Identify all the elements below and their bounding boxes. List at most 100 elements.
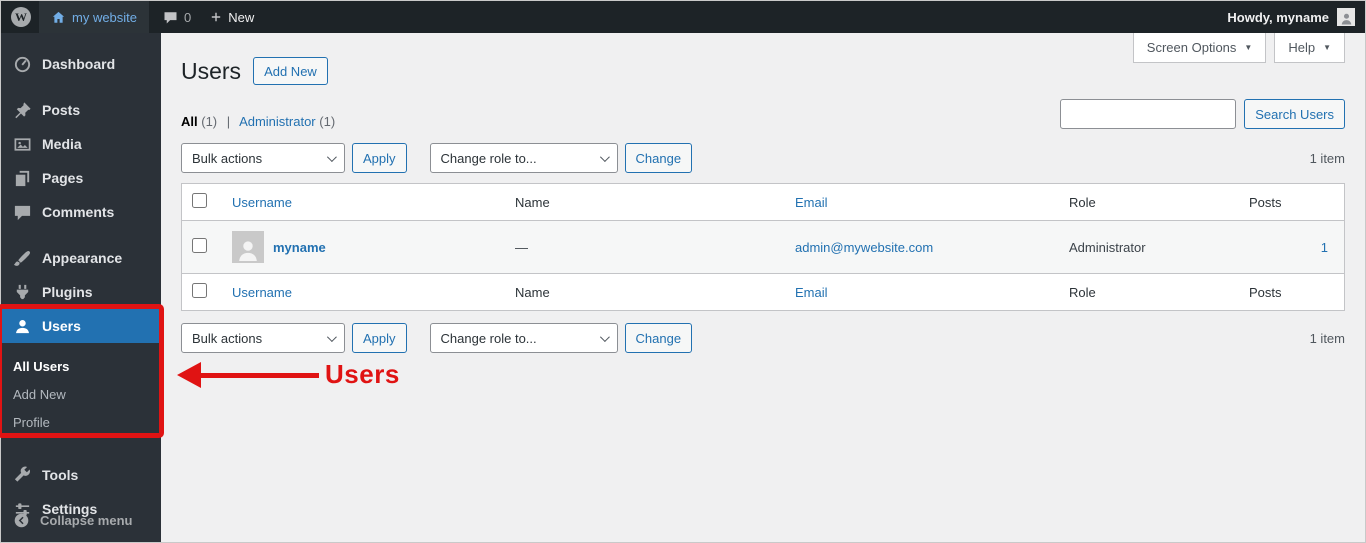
page-title: Users [181, 57, 242, 84]
screen-options-button[interactable]: Screen Options ▼ [1132, 33, 1267, 63]
filter-all-link[interactable]: All [181, 114, 198, 129]
filter-admin-count: (1) [319, 114, 336, 129]
chevron-down-icon [326, 331, 337, 342]
role-footer: Role [1069, 284, 1096, 300]
main-content: Screen Options ▼ Help ▼ Users Add New Al… [161, 33, 1365, 542]
admin-bar: W my website 0 New Howdy, myname [1, 1, 1365, 33]
role-value: Administrator [1069, 239, 1146, 255]
posts-header: Posts [1249, 194, 1282, 210]
change-role-selected: Change role to... [440, 330, 537, 346]
submenu-item-all-users[interactable]: All Users [1, 352, 161, 380]
collapse-menu-button[interactable]: Collapse menu [1, 503, 161, 537]
change-button[interactable]: Change [624, 143, 693, 173]
person-icon [1341, 13, 1351, 25]
sort-email-footer[interactable]: Email [795, 285, 828, 300]
user-icon [13, 317, 32, 336]
sort-username-header[interactable]: Username [232, 195, 292, 210]
collapse-menu-label: Collapse menu [40, 512, 133, 528]
sidebar-item-label: Comments [42, 204, 115, 220]
plug-icon [13, 283, 32, 302]
site-name-menu[interactable]: my website [39, 1, 150, 33]
chevron-down-icon [599, 151, 610, 162]
user-row-myname: myname — admin@mywebsite.com Administrat… [182, 221, 1344, 273]
pages-icon [13, 169, 32, 188]
posts-count-link[interactable]: 1 [1321, 240, 1328, 255]
admin-bar-new[interactable]: New [209, 10, 254, 25]
sidebar-item-label: Dashboard [42, 56, 116, 72]
table-footer-row: Username Name Email Role Posts [182, 273, 1344, 310]
posts-footer: Posts [1249, 284, 1282, 300]
admin-avatar[interactable] [1337, 8, 1355, 26]
sidebar-item-label: Users [42, 318, 81, 334]
name-value: — [515, 239, 528, 255]
wrench-icon [13, 466, 32, 485]
comment-icon [13, 203, 32, 222]
sort-username-footer[interactable]: Username [232, 285, 292, 300]
email-link[interactable]: admin@mywebsite.com [795, 240, 933, 255]
sidebar-item-label: Plugins [42, 284, 93, 300]
wp-logo-letter: W [15, 9, 27, 24]
apply-button[interactable]: Apply [352, 143, 407, 173]
sidebar-item-tools[interactable]: Tools [1, 458, 161, 492]
bulk-actions-bar-bottom: Bulk actions Apply Change role to... Cha… [181, 323, 1345, 353]
comments-count: 0 [184, 9, 192, 25]
username-link[interactable]: myname [273, 240, 326, 255]
user-avatar [232, 231, 264, 263]
table-header-row: Username Name Email Role Posts [182, 184, 1344, 221]
home-icon [52, 11, 65, 23]
items-count: 1 item [1309, 150, 1345, 166]
help-button[interactable]: Help ▼ [1274, 33, 1345, 63]
comment-bubble-icon [164, 11, 177, 23]
select-all-checkbox-top[interactable] [192, 193, 207, 208]
admin-sidebar: Dashboard Posts Media Pages Comments App… [1, 33, 161, 542]
bulk-actions-bar-top: Bulk actions Apply Change role to... Cha… [181, 143, 1345, 173]
sidebar-item-pages[interactable]: Pages [1, 161, 161, 195]
row-checkbox[interactable] [192, 238, 207, 253]
howdy-text[interactable]: Howdy, myname [1227, 10, 1329, 25]
person-icon [239, 241, 257, 262]
collapse-arrow-icon [14, 513, 29, 527]
search-users-input[interactable] [1060, 99, 1237, 129]
role-header: Role [1069, 194, 1096, 210]
bulk-actions-selected: Bulk actions [192, 150, 263, 166]
media-icon [13, 135, 32, 154]
sidebar-item-media[interactable]: Media [1, 127, 161, 161]
admin-bar-comments[interactable]: 0 [163, 10, 191, 25]
plus-icon [212, 12, 221, 22]
change-role-select[interactable]: Change role to... [429, 143, 618, 173]
caret-down-icon: ▼ [1244, 43, 1253, 52]
site-name-label: my website [72, 9, 138, 25]
filter-administrator-link[interactable]: Administrator [239, 114, 316, 129]
bulk-actions-select-bottom[interactable]: Bulk actions [181, 323, 345, 353]
new-label: New [228, 9, 255, 25]
bulk-actions-select[interactable]: Bulk actions [181, 143, 345, 173]
filter-all-count: (1) [201, 114, 218, 129]
sidebar-item-comments[interactable]: Comments [1, 195, 161, 229]
chevron-down-icon [326, 151, 337, 162]
sidebar-item-users[interactable]: Users [1, 309, 161, 343]
search-users-button[interactable]: Search Users [1244, 99, 1345, 129]
users-submenu: All Users Add New Profile [1, 343, 161, 446]
change-role-select-bottom[interactable]: Change role to... [429, 323, 618, 353]
sort-email-header[interactable]: Email [795, 195, 828, 210]
submenu-item-add-new[interactable]: Add New [1, 380, 161, 408]
select-all-checkbox-bottom[interactable] [192, 283, 207, 298]
items-count-bottom: 1 item [1309, 330, 1345, 346]
sidebar-item-dashboard[interactable]: Dashboard [1, 47, 161, 81]
submenu-item-profile[interactable]: Profile [1, 408, 161, 436]
sidebar-item-label: Tools [42, 467, 79, 483]
sidebar-item-appearance[interactable]: Appearance [1, 241, 161, 275]
caret-down-icon: ▼ [1323, 43, 1331, 52]
wordpress-logo-icon[interactable]: W [11, 7, 31, 27]
change-role-selected: Change role to... [440, 150, 537, 166]
change-button-bottom[interactable]: Change [624, 323, 693, 353]
sidebar-item-plugins[interactable]: Plugins [1, 275, 161, 309]
add-new-button[interactable]: Add New [253, 57, 328, 85]
apply-button-bottom[interactable]: Apply [352, 323, 407, 353]
users-table: Username Name Email Role Posts myname — … [181, 183, 1345, 311]
pushpin-icon [13, 101, 32, 120]
sidebar-item-posts[interactable]: Posts [1, 93, 161, 127]
sidebar-item-label: Media [42, 136, 82, 152]
name-footer: Name [515, 284, 550, 300]
sidebar-item-label: Posts [42, 102, 81, 118]
